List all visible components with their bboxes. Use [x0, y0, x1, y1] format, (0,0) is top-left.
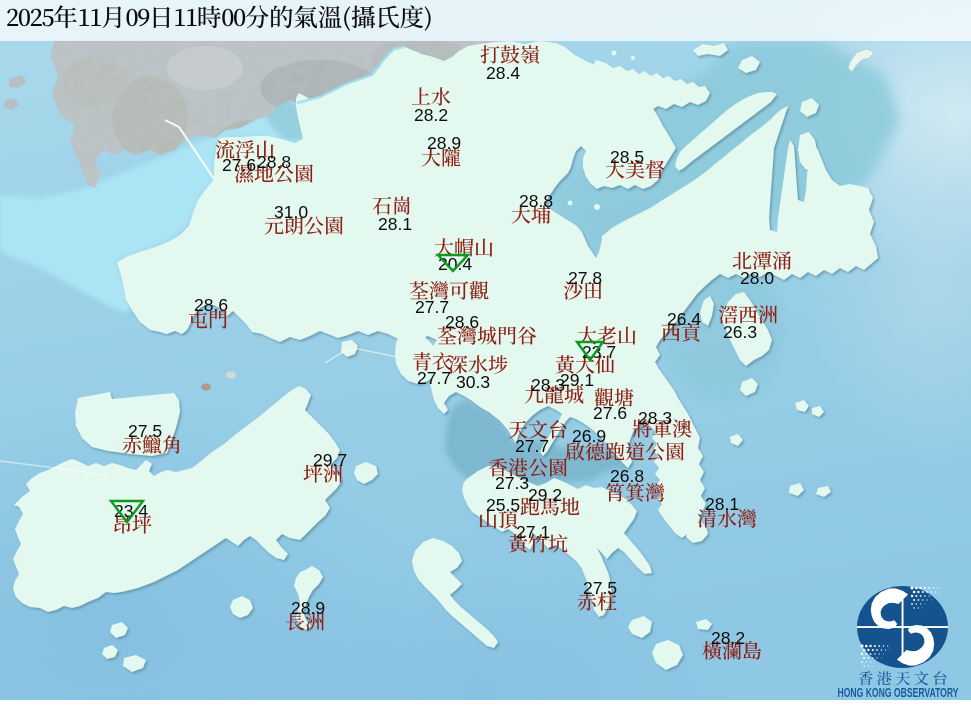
svg-text:31.0: 31.0 [274, 202, 308, 222]
svg-text:28.9: 28.9 [291, 598, 325, 618]
svg-text:28.8: 28.8 [519, 191, 553, 211]
svg-text:26.4: 26.4 [667, 309, 701, 329]
svg-text:28.3: 28.3 [531, 375, 565, 395]
svg-text:30.3: 30.3 [456, 372, 490, 392]
svg-text:HONG KONG OBSERVATORY: HONG KONG OBSERVATORY [838, 687, 959, 700]
svg-text:28.2: 28.2 [414, 105, 448, 125]
svg-text:29.7: 29.7 [313, 450, 347, 470]
svg-text:28.8: 28.8 [257, 152, 291, 172]
svg-text:28.5: 28.5 [610, 147, 644, 167]
svg-text:26.3: 26.3 [723, 322, 757, 342]
svg-text:27.6: 27.6 [593, 403, 627, 423]
svg-text:28.1: 28.1 [378, 214, 412, 234]
svg-text:25.5: 25.5 [486, 495, 520, 515]
svg-text:26.9: 26.9 [572, 426, 606, 446]
svg-text:28.6: 28.6 [194, 295, 228, 315]
svg-text:27.5: 27.5 [128, 421, 162, 441]
svg-text:28.4: 28.4 [486, 63, 520, 83]
svg-text:27.3: 27.3 [495, 473, 529, 493]
svg-text:27.1: 27.1 [516, 522, 550, 542]
svg-text:27.6: 27.6 [222, 155, 256, 175]
svg-text:28.9: 28.9 [427, 133, 461, 153]
svg-text:28.0: 28.0 [740, 268, 774, 288]
svg-text:28.3: 28.3 [638, 408, 672, 428]
svg-text:27.7: 27.7 [515, 436, 549, 456]
svg-text:27.8: 27.8 [568, 268, 602, 288]
svg-text:27.7: 27.7 [415, 297, 449, 317]
svg-text:23.7: 23.7 [582, 342, 616, 362]
svg-text:29.1: 29.1 [560, 370, 594, 390]
svg-text:28.2: 28.2 [711, 628, 745, 648]
svg-text:29.2: 29.2 [528, 485, 562, 505]
svg-text:27.7: 27.7 [417, 368, 451, 388]
svg-text:28.1: 28.1 [705, 494, 739, 514]
svg-text:28.6: 28.6 [445, 312, 479, 332]
svg-text:27.5: 27.5 [583, 578, 617, 598]
svg-text:26.8: 26.8 [610, 466, 644, 486]
